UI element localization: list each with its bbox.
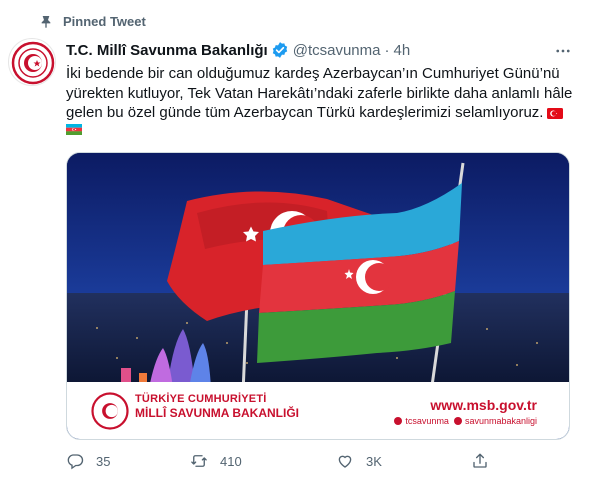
author-handle[interactable]: @tcsavunma xyxy=(293,42,381,59)
like-count: 3K xyxy=(366,453,382,469)
avatar[interactable] xyxy=(8,38,56,86)
action-bar: 35 410 3K xyxy=(60,450,520,472)
tweet-timestamp[interactable]: 4h xyxy=(393,42,410,59)
separator-dot: · xyxy=(384,41,390,59)
share-button[interactable] xyxy=(471,450,489,472)
tweet-image[interactable]: TÜRKİYE CUMHURİYETİ MİLLÎ SAVUNMA BAKANL… xyxy=(66,152,570,440)
reply-button[interactable]: 35 xyxy=(66,450,110,472)
banner-social: tcsavunma savunmabakanligi xyxy=(389,416,537,426)
facebook-icon xyxy=(394,417,403,425)
azerbaijan-flag-emoji xyxy=(66,124,82,135)
retweet-button[interactable]: 410 xyxy=(190,450,242,472)
tweet-text: İki bedende bir can olduğumuz kardeş Aze… xyxy=(66,64,578,123)
instagram-icon xyxy=(453,417,462,425)
more-options-icon[interactable] xyxy=(553,41,573,61)
pinned-indicator: Pinned Tweet xyxy=(38,11,146,31)
heart-icon xyxy=(338,455,352,468)
banner-url: www.msb.gov.tr xyxy=(430,397,537,413)
turkey-flag-emoji xyxy=(547,108,564,119)
verified-badge-icon xyxy=(271,41,289,59)
tweet-header: T.C. Millî Savunma Bakanlığı @tcsavunma … xyxy=(66,40,410,60)
msb-emblem-icon xyxy=(89,390,131,432)
author-display-name[interactable]: T.C. Millî Savunma Bakanlığı xyxy=(66,42,268,59)
image-banner: TÜRKİYE CUMHURİYETİ MİLLÎ SAVUNMA BAKANL… xyxy=(67,382,569,439)
banner-social-2: savunmabakanligi xyxy=(464,416,537,426)
pin-icon xyxy=(38,13,54,29)
reply-count: 35 xyxy=(96,453,111,469)
retweet-icon xyxy=(191,455,207,467)
reply-icon xyxy=(67,454,84,470)
banner-org-line1: TÜRKİYE CUMHURİYETİ xyxy=(135,393,267,405)
banner-org-line2: MİLLÎ SAVUNMA BAKANLIĞI xyxy=(135,406,299,420)
tweet-body: İki bedende bir can olduğumuz kardeş Aze… xyxy=(66,65,577,121)
banner-social-1: tcsavunma xyxy=(405,416,449,426)
msb-emblem-icon xyxy=(11,41,55,85)
share-icon xyxy=(473,453,487,468)
retweet-count: 410 xyxy=(220,453,242,469)
like-button[interactable]: 3K xyxy=(336,450,382,472)
pinned-label: Pinned Tweet xyxy=(63,14,146,29)
